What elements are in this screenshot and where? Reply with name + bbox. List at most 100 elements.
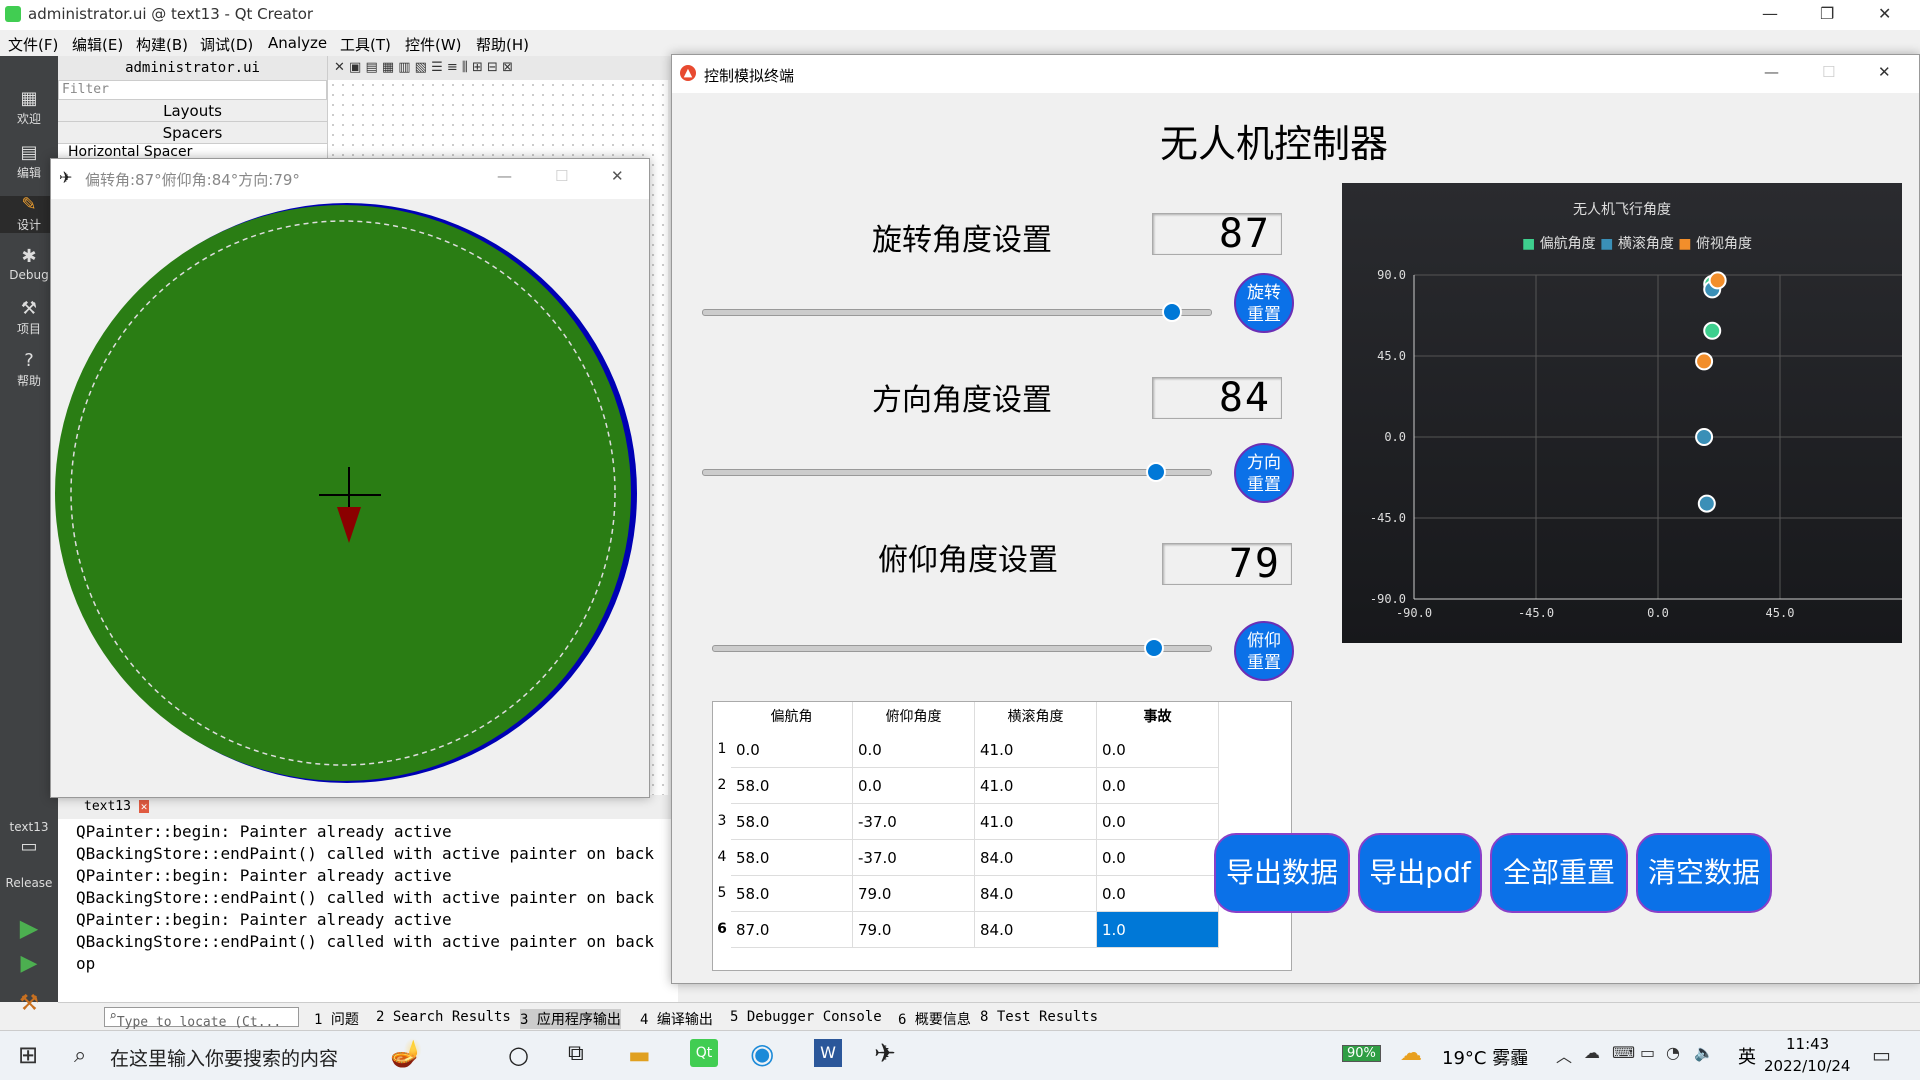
- pitch-slider-handle[interactable]: [1144, 638, 1165, 658]
- minimize-icon[interactable]: —: [1762, 4, 1778, 23]
- table-cell[interactable]: 58.0: [731, 768, 853, 804]
- debug-run-icon[interactable]: ▶: [0, 951, 58, 976]
- table-cell[interactable]: 84.0: [975, 876, 1097, 912]
- table-cell[interactable]: 84.0: [975, 840, 1097, 876]
- output-tab[interactable]: text13 ✕: [58, 795, 678, 819]
- table-header[interactable]: 横滚角度: [975, 702, 1097, 732]
- table-cell[interactable]: 0.0: [853, 732, 975, 768]
- row-number[interactable]: 2: [713, 777, 731, 793]
- table-cell[interactable]: 0.0: [1097, 840, 1219, 876]
- weather-text[interactable]: 19°C 雾霾: [1442, 1044, 1528, 1070]
- file-explorer-icon[interactable]: ▬: [628, 1041, 651, 1069]
- maximize-icon[interactable]: ☐: [1822, 63, 1835, 81]
- tree-spacers[interactable]: Spacers: [58, 122, 327, 144]
- export-data-button[interactable]: 导出数据: [1214, 833, 1350, 913]
- reset-all-button[interactable]: 全部重置: [1490, 833, 1628, 913]
- minimize-icon[interactable]: —: [1764, 63, 1779, 81]
- pane-compile[interactable]: 4 编译输出: [640, 1009, 713, 1029]
- table-cell[interactable]: 58.0: [731, 840, 853, 876]
- monitor-icon[interactable]: ▭: [0, 838, 58, 858]
- pane-tests[interactable]: 8 Test Results: [980, 1009, 1098, 1025]
- rotate-slider-handle[interactable]: [1161, 302, 1182, 322]
- wifi-icon[interactable]: ◔: [1666, 1043, 1680, 1062]
- qt-creator-taskbar-icon[interactable]: Qt: [690, 1039, 718, 1067]
- row-number[interactable]: 1: [713, 741, 731, 757]
- network-icon[interactable]: ⌨: [1612, 1043, 1635, 1062]
- table-cell[interactable]: 41.0: [975, 768, 1097, 804]
- table-cell[interactable]: 1.0: [1097, 912, 1219, 948]
- table-cell[interactable]: -37.0: [853, 804, 975, 840]
- table-header[interactable]: 偏航角: [731, 702, 853, 732]
- table-cell[interactable]: 79.0: [853, 876, 975, 912]
- clock-date[interactable]: 2022/10/24: [1764, 1057, 1850, 1075]
- menu-build[interactable]: 构建(B): [136, 34, 188, 55]
- kit-project[interactable]: text13: [0, 820, 58, 834]
- table-cell[interactable]: 41.0: [975, 804, 1097, 840]
- run-icon[interactable]: ▶: [0, 914, 58, 942]
- search-icon[interactable]: ⌕: [74, 1043, 86, 1068]
- table-cell[interactable]: 0.0: [731, 732, 853, 768]
- maximize-icon[interactable]: ☐: [555, 167, 568, 185]
- pitch-slider[interactable]: [712, 645, 1212, 652]
- pane-debugger[interactable]: 5 Debugger Console: [730, 1009, 882, 1025]
- row-number[interactable]: 6: [713, 921, 731, 937]
- table-cell[interactable]: 0.0: [1097, 804, 1219, 840]
- task-view-icon[interactable]: ⧉: [568, 1041, 584, 1066]
- table-cell[interactable]: 87.0: [731, 912, 853, 948]
- filter-input[interactable]: Filter: [58, 80, 327, 100]
- close-tab-icon[interactable]: ✕: [138, 800, 150, 813]
- rotate-slider[interactable]: [702, 309, 1212, 316]
- direction-reset-button[interactable]: 方向 重置: [1234, 443, 1294, 503]
- table-cell[interactable]: 0.0: [1097, 876, 1219, 912]
- drone-app-taskbar-icon[interactable]: ✈: [874, 1039, 896, 1069]
- restore-icon[interactable]: ❐: [1820, 4, 1834, 23]
- clear-data-button[interactable]: 清空数据: [1636, 833, 1772, 913]
- menu-file[interactable]: 文件(F): [8, 34, 58, 55]
- menu-help[interactable]: 帮助(H): [476, 34, 529, 55]
- table-cell[interactable]: 41.0: [975, 732, 1097, 768]
- row-number[interactable]: 5: [713, 885, 731, 901]
- menu-widgets[interactable]: 控件(W): [405, 34, 462, 55]
- cortana-icon[interactable]: ○: [508, 1041, 529, 1069]
- mode-welcome[interactable]: ▦ 欢迎: [0, 90, 58, 127]
- rotate-reset-button[interactable]: 旋转 重置: [1234, 273, 1294, 333]
- table-cell[interactable]: 84.0: [975, 912, 1097, 948]
- table-cell[interactable]: 0.0: [1097, 732, 1219, 768]
- ime-indicator[interactable]: 英: [1738, 1043, 1756, 1069]
- tray-overflow-icon[interactable]: ︿: [1556, 1043, 1572, 1067]
- battery-icon[interactable]: ▭: [1640, 1043, 1655, 1062]
- menu-tools[interactable]: 工具(T): [340, 34, 391, 55]
- data-table[interactable]: 偏航角 俯仰角度 横滚角度 事故 1 0.0 0.0 41.0 0.0 2 58.0 0.0 41.0 0…: [712, 701, 1292, 971]
- table-header[interactable]: 事故: [1097, 702, 1219, 732]
- direction-slider[interactable]: [702, 469, 1212, 476]
- pane-search[interactable]: 2 Search Results: [376, 1009, 511, 1025]
- table-cell[interactable]: 79.0: [853, 912, 975, 948]
- menu-analyze[interactable]: Analyze: [268, 34, 327, 52]
- build-hammer-icon[interactable]: ⚒: [0, 991, 58, 1016]
- table-cell[interactable]: 0.0: [1097, 768, 1219, 804]
- taskbar-search[interactable]: 在这里输入你要搜索的内容: [110, 1044, 338, 1071]
- table-cell[interactable]: 58.0: [731, 876, 853, 912]
- table-header[interactable]: 俯仰角度: [853, 702, 975, 732]
- volume-icon[interactable]: 🔈: [1694, 1043, 1714, 1062]
- close-icon[interactable]: ✕: [1878, 4, 1891, 23]
- pane-app-output[interactable]: 3 应用程序输出: [520, 1009, 621, 1029]
- direction-slider-handle[interactable]: [1145, 462, 1166, 482]
- close-icon[interactable]: ✕: [1878, 63, 1891, 81]
- tree-layouts[interactable]: Layouts: [58, 100, 327, 122]
- close-icon[interactable]: ✕: [611, 167, 624, 185]
- row-number[interactable]: 4: [713, 849, 731, 865]
- row-number[interactable]: 3: [713, 813, 731, 829]
- battery-indicator[interactable]: 90%: [1342, 1045, 1381, 1062]
- locator-input[interactable]: ⌕ Type to locate (Ct...: [104, 1007, 299, 1030]
- cloud-icon[interactable]: ☁: [1584, 1043, 1600, 1062]
- edge-icon[interactable]: ◉: [750, 1037, 774, 1070]
- pitch-reset-button[interactable]: 俯仰 重置: [1234, 621, 1294, 681]
- pane-issues[interactable]: 1 问题: [314, 1009, 359, 1029]
- clock-time[interactable]: 11:43: [1786, 1035, 1829, 1053]
- pane-general[interactable]: 6 概要信息: [898, 1009, 971, 1029]
- notification-icon[interactable]: ▭: [1872, 1043, 1891, 1067]
- menu-debug[interactable]: 调试(D): [200, 34, 253, 55]
- export-pdf-button[interactable]: 导出pdf: [1358, 833, 1482, 913]
- minimize-icon[interactable]: —: [497, 167, 512, 185]
